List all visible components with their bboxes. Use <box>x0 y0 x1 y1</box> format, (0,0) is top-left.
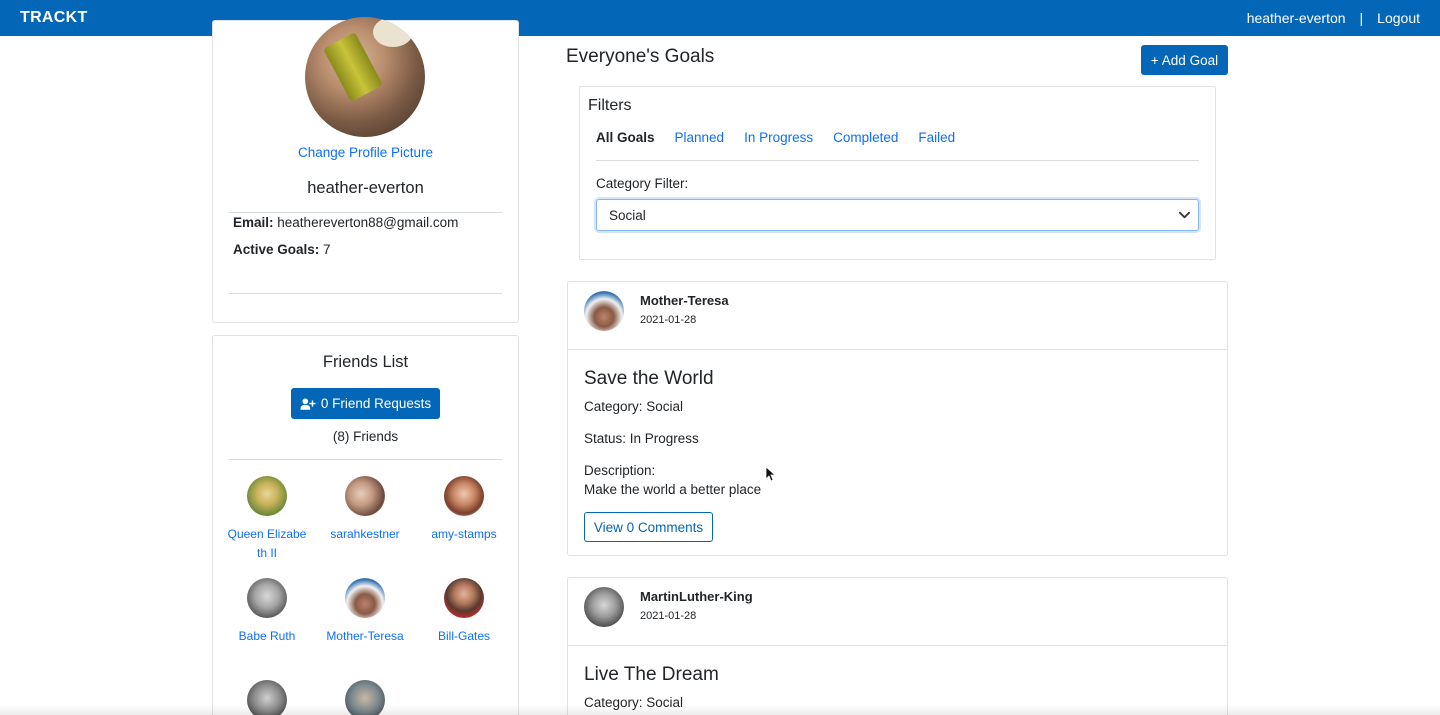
email-label: Email: <box>233 215 274 230</box>
goal-description: Make the world a better place <box>584 482 762 497</box>
email-value: heathereverton88@gmail.com <box>277 215 459 230</box>
category-selected-value: Social <box>609 207 646 223</box>
page-title: Everyone's Goals <box>566 46 715 67</box>
divider <box>229 459 502 460</box>
tab-failed[interactable]: Failed <box>918 130 955 145</box>
nav-username-link[interactable]: heather-everton <box>1247 10 1346 26</box>
friend-name-link[interactable]: Bill-Gates <box>424 627 504 646</box>
tab-all-goals[interactable]: All Goals <box>596 130 655 145</box>
friends-list-title: Friends List <box>322 353 409 371</box>
goal-username[interactable]: MartinLuther-King <box>640 589 753 604</box>
user-avatar[interactable] <box>584 291 624 331</box>
friend-avatar[interactable] <box>247 476 287 516</box>
goal-date: 2021-01-28 <box>640 610 697 622</box>
tab-completed[interactable]: Completed <box>833 130 898 145</box>
divider <box>596 160 1199 161</box>
add-goal-button[interactable]: + Add Goal <box>1141 45 1228 75</box>
filters-panel: Filters All Goals Planned In Progress Co… <box>579 86 1216 260</box>
friend-name-link[interactable]: Queen Elizabeth II <box>227 525 307 563</box>
active-goals-row: Active Goals: 7 <box>233 242 331 257</box>
friend-avatar[interactable] <box>345 476 385 516</box>
goal-status: Status: In Progress <box>584 431 699 446</box>
friends-count: (8) Friends <box>332 429 399 444</box>
goal-date: 2021-01-28 <box>640 314 697 326</box>
friend-avatar[interactable] <box>345 578 385 618</box>
goal-card: MartinLuther-King 2021-01-28 Live The Dr… <box>567 577 1228 715</box>
filters-title: Filters <box>588 97 632 114</box>
goal-username[interactable]: Mother-Teresa <box>640 293 729 308</box>
friend-item[interactable]: Bill-Gates <box>424 578 504 646</box>
tab-planned[interactable]: Planned <box>675 130 725 145</box>
avatar-photo-detail <box>323 32 383 102</box>
category-filter-label: Category Filter: <box>596 176 689 191</box>
friend-item[interactable]: sarahkestner <box>325 476 405 544</box>
active-goals-label: Active Goals: <box>233 242 320 257</box>
goal-category: Category: Social <box>584 399 684 414</box>
friend-name-link[interactable]: sarahkestner <box>325 525 405 544</box>
logout-link[interactable]: Logout <box>1377 10 1420 26</box>
mouse-cursor-icon <box>765 466 775 482</box>
goal-description-label: Description: <box>584 463 656 478</box>
status-filter-tabs: All Goals Planned In Progress Completed … <box>596 130 975 145</box>
view-comments-button[interactable]: View 0 Comments <box>584 512 713 542</box>
friend-avatar[interactable] <box>444 578 484 618</box>
nav-user-area: heather-everton | Logout <box>1247 10 1420 26</box>
profile-card: Change Profile Picture heather-everton E… <box>212 17 519 323</box>
avatar-photo-detail-2 <box>373 17 413 47</box>
user-avatar[interactable] <box>584 587 624 627</box>
goal-card-header: MartinLuther-King 2021-01-28 <box>568 578 1227 646</box>
friend-name-link[interactable]: amy-stamps <box>424 525 504 544</box>
friend-name-link[interactable]: Babe Ruth <box>227 627 307 646</box>
goal-title: Save the World <box>584 368 714 389</box>
goal-card-body: Save the World Category: Social Status: … <box>568 368 1227 542</box>
goal-title: Live The Dream <box>584 664 719 685</box>
divider <box>229 293 502 294</box>
goal-card-header: Mother-Teresa 2021-01-28 <box>568 282 1227 350</box>
friend-item[interactable]: amy-stamps <box>424 476 504 544</box>
friend-item[interactable]: Queen Elizabeth II <box>227 476 307 563</box>
friend-requests-label: 0 Friend Requests <box>320 396 432 411</box>
profile-avatar <box>305 17 425 137</box>
friend-avatar[interactable] <box>444 476 484 516</box>
tab-in-progress[interactable]: In Progress <box>744 130 813 145</box>
change-profile-picture-link[interactable]: Change Profile Picture <box>213 145 518 160</box>
user-plus-icon <box>300 397 316 410</box>
friend-item[interactable]: Babe Ruth <box>227 578 307 646</box>
friend-avatar[interactable] <box>247 578 287 618</box>
divider <box>229 212 502 213</box>
profile-username: heather-everton <box>307 179 424 197</box>
chevron-down-icon <box>1179 211 1190 219</box>
friends-list-card: Friends List 0 Friend Requests (8) Frien… <box>212 335 519 715</box>
friend-requests-button[interactable]: 0 Friend Requests <box>291 388 440 419</box>
email-row: Email: heathereverton88@gmail.com <box>233 215 458 230</box>
friend-name-link[interactable]: Mother-Teresa <box>325 627 405 646</box>
goal-card: Mother-Teresa 2021-01-28 Save the World … <box>567 281 1228 556</box>
brand-logo[interactable]: TRACKT <box>20 9 88 27</box>
nav-separator: | <box>1359 10 1364 26</box>
category-filter-select[interactable]: Social <box>596 199 1199 231</box>
goal-card-body: Live The Dream Category: Social <box>568 664 1227 711</box>
friend-item[interactable]: Mother-Teresa <box>325 578 405 646</box>
active-goals-value: 7 <box>323 242 331 257</box>
bottom-shadow <box>0 705 1440 715</box>
